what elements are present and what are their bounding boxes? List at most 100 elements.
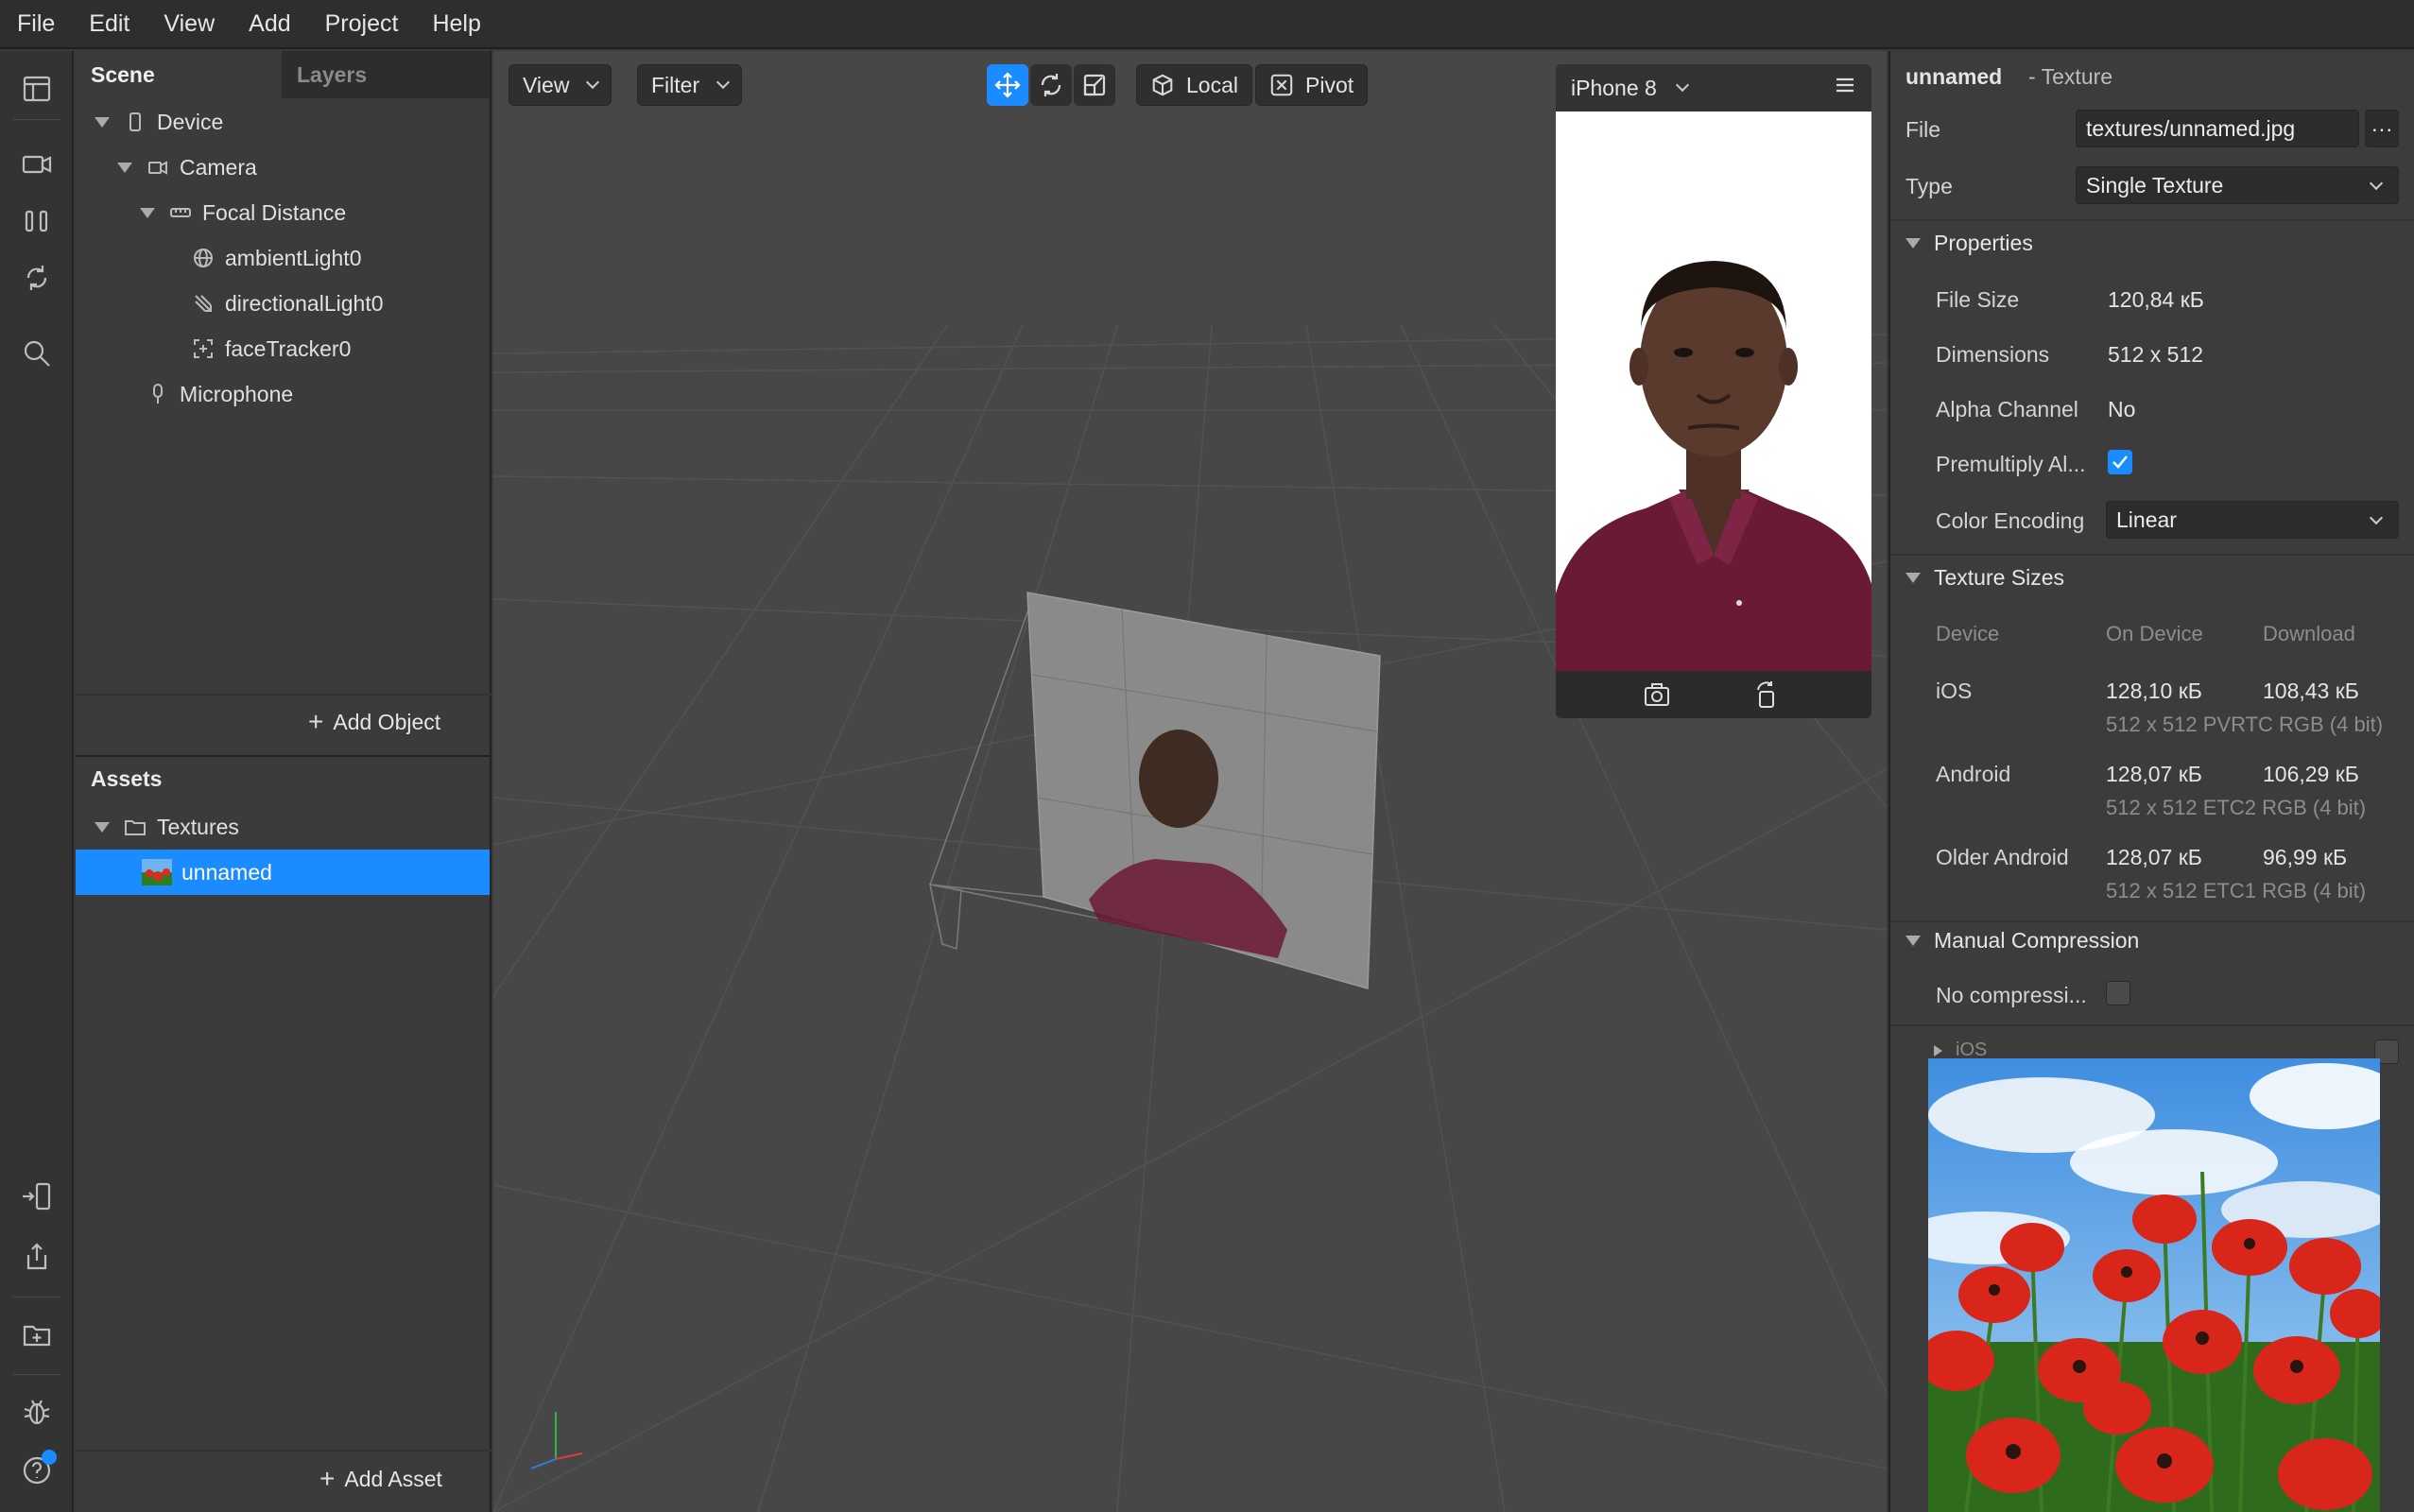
microphone-icon bbox=[146, 382, 170, 406]
dimensions-label: Dimensions bbox=[1936, 342, 2050, 367]
filter-dropdown[interactable]: Filter bbox=[637, 64, 743, 106]
chevron-down-icon[interactable] bbox=[1675, 77, 1689, 93]
face-tracker-icon bbox=[191, 336, 216, 361]
size-row-download: 106,29 кБ bbox=[2263, 762, 2359, 786]
plus-icon: + bbox=[308, 707, 324, 736]
preview-footer bbox=[1556, 671, 1871, 718]
tree-item-focal-distance[interactable]: Focal Distance bbox=[140, 190, 346, 235]
menu-edit[interactable]: Edit bbox=[72, 0, 147, 48]
file-size-label: File Size bbox=[1936, 287, 2020, 312]
globe-icon bbox=[191, 246, 216, 270]
person-photo bbox=[1556, 112, 1871, 671]
menu-file[interactable]: File bbox=[0, 0, 72, 48]
size-row-on-device: 128,10 кБ bbox=[2106, 679, 2202, 703]
tree-label: faceTracker0 bbox=[225, 335, 352, 361]
rotate-tool-button[interactable] bbox=[1030, 64, 1072, 106]
file-browse-button[interactable]: ··· bbox=[2365, 110, 2399, 147]
add-asset-button[interactable]: + Add Asset bbox=[319, 1464, 442, 1494]
device-select[interactable]: iPhone 8 bbox=[1571, 76, 1657, 101]
expand-arrow-icon[interactable] bbox=[1905, 573, 1921, 583]
expand-arrow-icon[interactable] bbox=[1905, 238, 1921, 249]
size-row-download: 96,99 кБ bbox=[2263, 845, 2348, 869]
menu-project[interactable]: Project bbox=[308, 0, 416, 48]
expand-arrow-icon[interactable] bbox=[95, 116, 110, 128]
asset-name: unnamed bbox=[1905, 64, 2003, 89]
scale-tool-button[interactable] bbox=[1074, 64, 1115, 106]
sync-icon[interactable] bbox=[16, 257, 58, 299]
no-compression-checkbox[interactable] bbox=[2106, 981, 2130, 1005]
texture-sizes-section-header[interactable]: Texture Sizes bbox=[1905, 565, 2064, 591]
size-row-device: Android bbox=[1936, 762, 2011, 786]
assets-panel: Assets Textures unnamed + Add Asset bbox=[76, 755, 491, 1512]
premultiply-checkbox[interactable] bbox=[2108, 450, 2132, 474]
preview-screen bbox=[1556, 112, 1871, 671]
view-label: View bbox=[523, 72, 570, 97]
expand-arrow-icon[interactable] bbox=[140, 207, 155, 218]
folder-icon bbox=[123, 815, 147, 839]
texture-thumbnail-icon bbox=[142, 859, 172, 885]
tree-item-microphone[interactable]: Microphone bbox=[146, 371, 293, 417]
search-icon[interactable] bbox=[16, 333, 58, 374]
view-dropdown[interactable]: View bbox=[509, 64, 612, 106]
video-icon[interactable] bbox=[16, 144, 58, 185]
scene-tabbar: Scene Layers bbox=[76, 51, 490, 98]
screenshot-icon[interactable] bbox=[1643, 680, 1671, 714]
tree-item-camera[interactable]: Camera bbox=[117, 145, 257, 190]
add-object-button[interactable]: + Add Object bbox=[308, 707, 440, 737]
layout-icon[interactable] bbox=[16, 68, 58, 110]
bug-icon[interactable] bbox=[16, 1391, 58, 1433]
local-space-button[interactable]: Local bbox=[1136, 64, 1252, 106]
file-label: File bbox=[1905, 117, 1941, 142]
pivot-label: Pivot bbox=[1305, 72, 1354, 97]
tree-item-device[interactable]: Device bbox=[95, 99, 223, 145]
file-field[interactable]: textures/unnamed.jpg bbox=[2076, 110, 2359, 147]
device-link-icon[interactable] bbox=[16, 1176, 58, 1217]
manual-compression-section-header[interactable]: Manual Compression bbox=[1905, 928, 2139, 954]
menu-add[interactable]: Add bbox=[232, 0, 307, 48]
tree-item-face-tracker[interactable]: faceTracker0 bbox=[191, 326, 351, 371]
menu-help[interactable]: Help bbox=[415, 0, 497, 48]
pivot-button[interactable]: Pivot bbox=[1255, 64, 1369, 106]
alpha-label: Alpha Channel bbox=[1936, 397, 2078, 421]
asset-item-unnamed[interactable]: unnamed bbox=[76, 850, 490, 895]
directional-light-icon bbox=[191, 291, 216, 316]
size-row-on-device: 128,07 кБ bbox=[2106, 845, 2202, 869]
move-tool-button[interactable] bbox=[987, 64, 1028, 106]
asset-label: unnamed bbox=[181, 859, 272, 885]
tree-label: ambientLight0 bbox=[225, 245, 362, 270]
tab-scene[interactable]: Scene bbox=[76, 51, 282, 98]
menu-bar: File Edit View Add Project Help bbox=[0, 0, 2414, 49]
color-encoding-select[interactable]: Linear bbox=[2106, 501, 2399, 539]
tree-item-directional-light[interactable]: directionalLight0 bbox=[191, 281, 384, 326]
expand-arrow-icon[interactable] bbox=[1905, 936, 1921, 946]
tree-label: Focal Distance bbox=[202, 199, 347, 225]
properties-section-header[interactable]: Properties bbox=[1905, 231, 2033, 256]
size-row-detail: 512 x 512 PVRTC RGB (4 bit) bbox=[2106, 713, 2384, 736]
expand-arrow-icon[interactable] bbox=[95, 821, 110, 833]
share-icon[interactable] bbox=[16, 1236, 58, 1278]
filter-label: Filter bbox=[651, 72, 700, 97]
type-label: Type bbox=[1905, 174, 1953, 198]
file-size-value: 120,84 кБ bbox=[2108, 287, 2204, 312]
col-device: Device bbox=[1936, 622, 2000, 645]
chevron-down-icon bbox=[586, 75, 600, 90]
tab-layers[interactable]: Layers bbox=[282, 51, 488, 98]
tree-item-ambient-light[interactable]: ambientLight0 bbox=[191, 235, 362, 281]
rotate-device-icon[interactable] bbox=[1752, 680, 1781, 714]
manual-compression-title: Manual Compression bbox=[1934, 928, 2140, 953]
size-row-on-device: 128,07 кБ bbox=[2106, 762, 2202, 786]
tree-item-textures-folder[interactable]: Textures bbox=[95, 804, 239, 850]
type-value: Single Texture bbox=[2086, 172, 2224, 198]
add-asset-label: Add Asset bbox=[344, 1466, 442, 1491]
size-row-detail: 512 x 512 ETC1 RGB (4 bit) bbox=[2106, 879, 2367, 902]
size-row-detail: 512 x 512 ETC2 RGB (4 bit) bbox=[2106, 796, 2367, 819]
menu-view[interactable]: View bbox=[147, 0, 232, 48]
columns-icon[interactable] bbox=[16, 200, 58, 242]
phone-icon bbox=[123, 110, 147, 134]
expand-arrow-icon[interactable] bbox=[117, 162, 132, 173]
add-folder-icon[interactable] bbox=[16, 1314, 58, 1355]
inspector-panel: unnamed - Texture File textures/unnamed.… bbox=[1888, 51, 2414, 1512]
expand-arrow-icon[interactable] bbox=[1934, 1044, 1942, 1057]
menu-icon[interactable] bbox=[1834, 74, 1856, 102]
type-select[interactable]: Single Texture bbox=[2076, 166, 2399, 204]
